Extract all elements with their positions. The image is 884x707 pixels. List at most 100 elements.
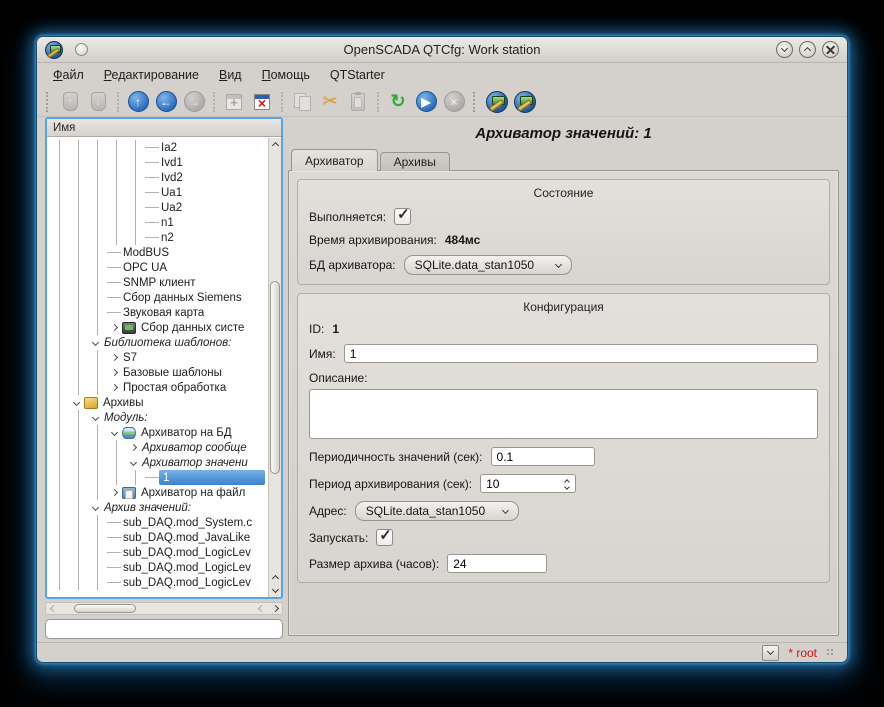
up-level-button[interactable]: ↑ — [125, 89, 151, 115]
scroll-left-button[interactable] — [46, 603, 60, 614]
qtcfg-launcher-button[interactable] — [484, 89, 510, 115]
expander-icon[interactable] — [107, 365, 121, 380]
resize-grip[interactable] — [826, 648, 835, 657]
tree-item[interactable]: Ia2 — [50, 140, 265, 155]
expander-icon[interactable] — [107, 320, 121, 335]
expander-icon[interactable] — [107, 485, 121, 500]
horizontal-scroll-track[interactable] — [60, 603, 254, 614]
tree-item[interactable]: Простая обработка — [50, 380, 265, 395]
paste-icon — [351, 93, 365, 111]
tree-item[interactable]: Архив значений: — [50, 500, 265, 515]
horizontal-scroll-thumb[interactable] — [74, 604, 136, 613]
expander-icon[interactable] — [126, 455, 140, 470]
tree-item[interactable]: Архиватор на файл — [50, 485, 265, 500]
archiving-period-spinbox[interactable] — [480, 474, 576, 493]
tree-item[interactable]: ModBUS — [50, 245, 265, 260]
maximize-button[interactable] — [799, 41, 816, 58]
scroll-right-button[interactable] — [268, 603, 282, 614]
chevron-left-icon — [257, 605, 264, 612]
delete-item-button[interactable]: × — [249, 89, 275, 115]
tree-item[interactable]: Ivd1 — [50, 155, 265, 170]
tree-item[interactable]: sub_DAQ.mod_LogicLev — [50, 545, 265, 560]
tree-item[interactable]: Архивы — [50, 395, 265, 410]
tree-header[interactable]: Имя — [47, 119, 281, 137]
spinner-arrows[interactable] — [561, 478, 575, 489]
expander-icon[interactable] — [88, 410, 102, 425]
back-button[interactable]: ← — [153, 89, 179, 115]
scroll-down-button[interactable] — [269, 584, 281, 597]
tree-guide-line — [69, 365, 88, 380]
tree-header-label: Имя — [53, 122, 75, 134]
scroll-left-button-2[interactable] — [254, 603, 268, 614]
titlebar[interactable]: OpenSCADA QTCfg: Work station — [37, 37, 847, 63]
scroll-up-button[interactable] — [269, 138, 281, 151]
tree-item[interactable]: sub_DAQ.mod_JavaLike — [50, 530, 265, 545]
tree-item[interactable]: n1 — [50, 215, 265, 230]
tree-item[interactable]: Сбор данных Siemens — [50, 290, 265, 305]
archiving-period-input[interactable] — [481, 477, 561, 491]
name-label: Имя: — [309, 347, 336, 361]
tree-item[interactable]: Базовые шаблоны — [50, 365, 265, 380]
vision-launcher-button[interactable] — [512, 89, 538, 115]
menu-qtstarter[interactable]: QTStarter — [322, 65, 393, 85]
address-combobox[interactable]: SQLite.data_stan1050 — [355, 501, 519, 521]
tree-item[interactable]: Ivd2 — [50, 170, 265, 185]
cut-button[interactable]: ✂ — [317, 89, 343, 115]
tree-item[interactable]: SNMP клиент — [50, 275, 265, 290]
tree-guide-line — [126, 470, 145, 485]
expander-icon[interactable] — [88, 335, 102, 350]
tree-item[interactable]: Архиватор значени — [50, 455, 265, 470]
tree-guide-line — [69, 260, 88, 275]
tree-guide-line — [50, 335, 69, 350]
expander-icon[interactable] — [107, 425, 121, 440]
name-input[interactable] — [344, 344, 818, 363]
vertical-scroll-track[interactable] — [269, 151, 281, 571]
minimize-button[interactable] — [776, 41, 793, 58]
tree-item[interactable]: OPC UA — [50, 260, 265, 275]
tree-item[interactable]: Ua2 — [50, 200, 265, 215]
tab-archiver[interactable]: Архиватор — [291, 149, 378, 171]
tree-item[interactable]: Архиватор сообще — [50, 440, 265, 455]
menu-help[interactable]: Помощь — [254, 65, 318, 85]
tree-item[interactable]: sub_DAQ.mod_LogicLev — [50, 560, 265, 575]
tree-item-label: Базовые шаблоны — [121, 367, 224, 379]
tree-item[interactable]: 1 — [50, 470, 265, 485]
start-button[interactable]: ▶ — [413, 89, 439, 115]
tree-item[interactable]: n2 — [50, 230, 265, 245]
scroll-up-button-2[interactable] — [269, 571, 281, 584]
status-dropdown-button[interactable] — [762, 645, 779, 661]
expander-icon[interactable] — [88, 500, 102, 515]
tree-item[interactable]: sub_DAQ.mod_LogicLev — [50, 575, 265, 590]
tree-horizontal-scrollbar[interactable] — [45, 602, 283, 615]
tree-item[interactable]: Модуль: — [50, 410, 265, 425]
expander-icon[interactable] — [107, 350, 121, 365]
archiver-db-combobox[interactable]: SQLite.data_stan1050 — [404, 255, 572, 275]
tree-item[interactable]: Архиватор на БД — [50, 425, 265, 440]
expander-icon[interactable] — [107, 380, 121, 395]
close-button[interactable] — [822, 41, 839, 58]
run-start-checkbox[interactable]: ✓ — [376, 529, 393, 546]
menu-file[interactable]: Файл — [45, 65, 92, 85]
tree-item[interactable]: sub_DAQ.mod_System.c — [50, 515, 265, 530]
description-textarea[interactable] — [309, 389, 818, 439]
tree-filter-input[interactable] — [45, 619, 283, 639]
tree-item[interactable]: Сбор данных систе — [50, 320, 265, 335]
value-period-input[interactable] — [491, 447, 595, 466]
running-checkbox[interactable]: ✓ — [394, 208, 411, 225]
refresh-button[interactable]: ↻ — [385, 89, 411, 115]
tab-archives[interactable]: Архивы — [380, 152, 450, 171]
up-arrow-icon: ↑ — [128, 91, 149, 112]
tree-item[interactable]: Звуковая карта — [50, 305, 265, 320]
chevron-down-icon — [781, 45, 788, 52]
tree-item[interactable]: Библиотека шаблонов: — [50, 335, 265, 350]
menu-edit[interactable]: Редактирование — [96, 65, 207, 85]
expander-icon[interactable] — [126, 440, 140, 455]
expander-icon[interactable] — [69, 395, 83, 410]
archive-size-input[interactable] — [447, 554, 547, 573]
tree-item[interactable]: S7 — [50, 350, 265, 365]
menu-view[interactable]: Вид — [211, 65, 250, 85]
tree-guide-line — [88, 140, 107, 155]
tree-item[interactable]: Ua1 — [50, 185, 265, 200]
tree-vertical-scrollbar[interactable] — [268, 138, 281, 597]
vertical-scroll-thumb[interactable] — [270, 281, 280, 474]
